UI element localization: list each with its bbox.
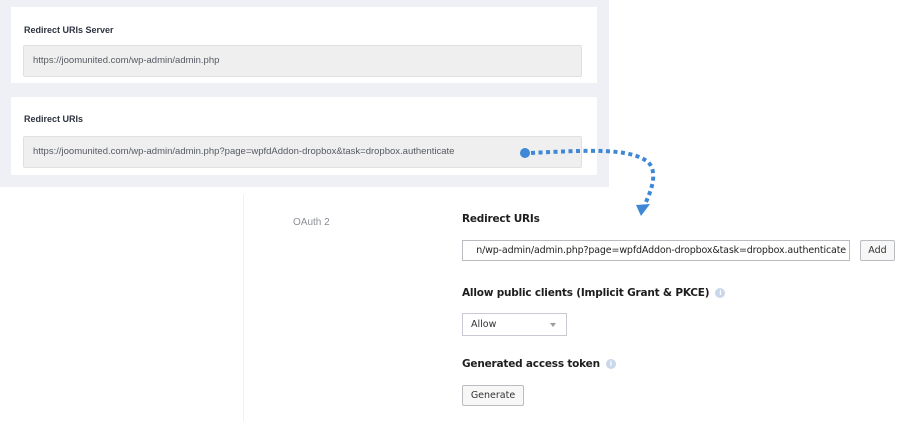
wp-settings-panel: Redirect URIs Server https://joomunited.…	[0, 0, 609, 187]
redirect-uris-field[interactable]: https://joomunited.com/wp-admin/admin.ph…	[23, 136, 582, 168]
redirect-uris-label: Redirect URIs	[24, 114, 84, 124]
redirect-uri-input[interactable]: n/wp-admin/admin.php?page=wpfdAddon-drop…	[462, 240, 850, 261]
info-icon[interactable]: i	[605, 359, 616, 369]
public-clients-select-value: Allow	[471, 319, 497, 330]
public-clients-select[interactable]: Allow	[462, 313, 567, 336]
dropbox-oauth-panel: OAuth 2 Redirect URIs n/wp-admin/admin.p…	[243, 195, 920, 421]
redirect-uris-server-label: Redirect URIs Server	[24, 25, 114, 35]
redirect-uris-card: Redirect URIs https://joomunited.com/wp-…	[11, 97, 597, 175]
chevron-down-icon	[550, 323, 556, 327]
redirect-uris-server-card: Redirect URIs Server https://joomunited.…	[11, 7, 597, 83]
access-token-heading-text: Generated access token	[462, 358, 600, 370]
redirect-uris-heading: Redirect URIs	[462, 213, 540, 225]
redirect-uri-input-value: n/wp-admin/admin.php?page=wpfdAddon-drop…	[476, 245, 846, 256]
public-clients-heading: Allow public clients (Implicit Grant & P…	[462, 287, 726, 299]
redirect-uris-server-field[interactable]: https://joomunited.com/wp-admin/admin.ph…	[23, 45, 582, 77]
oauth2-section-label: OAuth 2	[293, 217, 330, 228]
access-token-heading: Generated access token i	[462, 358, 616, 370]
generate-token-button[interactable]: Generate	[462, 385, 524, 406]
add-redirect-uri-button[interactable]: Add	[860, 240, 895, 261]
info-icon[interactable]: i	[715, 288, 726, 298]
public-clients-heading-text: Allow public clients (Implicit Grant & P…	[462, 287, 710, 299]
redirect-uris-heading-text: Redirect URIs	[462, 213, 540, 225]
